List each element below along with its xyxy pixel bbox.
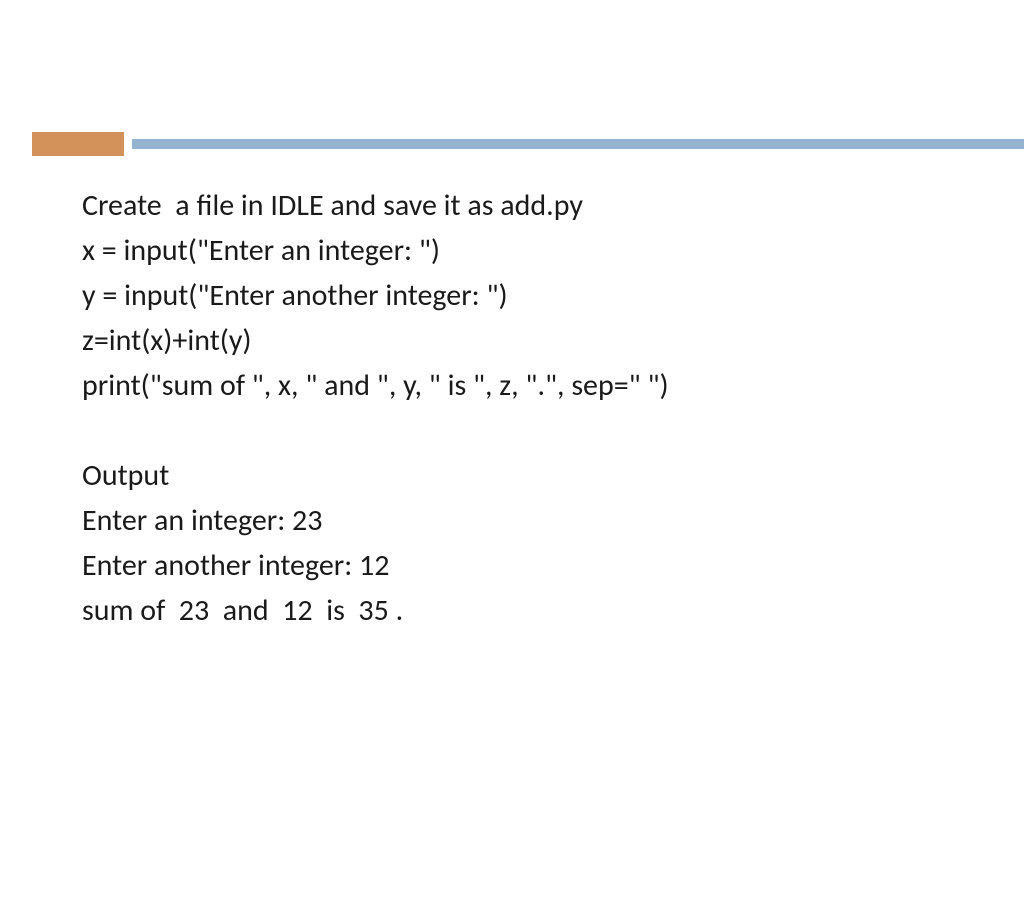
blank-line bbox=[82, 408, 1024, 453]
code-line: x = input("Enter an integer: ") bbox=[82, 228, 1024, 273]
header-bar bbox=[0, 135, 1024, 153]
slide-body: Create a file in IDLE and save it as add… bbox=[0, 153, 1024, 633]
code-line: z=int(x)+int(y) bbox=[82, 318, 1024, 363]
output-heading: Output bbox=[82, 453, 1024, 498]
output-line: sum of 23 and 12 is 35 . bbox=[82, 588, 1024, 633]
instruction-line: Create a file in IDLE and save it as add… bbox=[82, 183, 1024, 228]
accent-block-orange bbox=[32, 132, 124, 156]
accent-bar-blue bbox=[132, 139, 1024, 149]
code-line: print("sum of ", x, " and ", y, " is ", … bbox=[82, 363, 1024, 408]
output-line: Enter another integer: 12 bbox=[82, 543, 1024, 588]
output-line: Enter an integer: 23 bbox=[82, 498, 1024, 543]
code-line: y = input("Enter another integer: ") bbox=[82, 273, 1024, 318]
